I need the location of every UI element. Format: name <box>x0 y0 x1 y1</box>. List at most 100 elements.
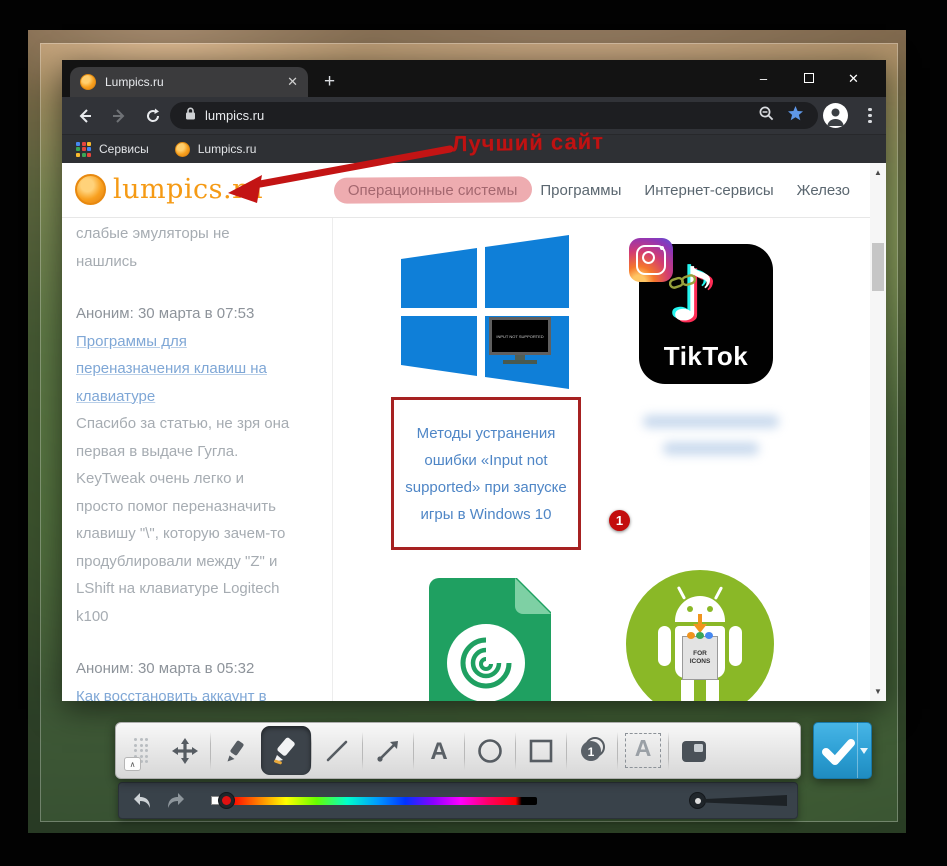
counter-tool[interactable]: 1 <box>567 726 617 775</box>
download-arrow-icon <box>693 614 707 634</box>
site-logo-text: lumpics.ru <box>113 174 264 205</box>
profile-avatar-icon[interactable] <box>823 103 848 128</box>
annotation-number-badge: 1 <box>609 510 630 531</box>
lock-icon[interactable] <box>185 107 196 125</box>
image-tool[interactable] <box>669 726 719 775</box>
android-article-image[interactable]: FOR ICONS <box>626 570 774 701</box>
page-scrollbar[interactable]: ▲ ▼ <box>870 163 886 701</box>
blurred-article-title <box>663 442 759 455</box>
sidebar-line: LShift на клавиатуре Logitech <box>76 580 280 597</box>
close-button[interactable]: ✕ <box>831 71 876 87</box>
color-picker-knob[interactable] <box>218 792 235 809</box>
nav-item[interactable]: Программы <box>540 182 621 199</box>
blurred-article-title <box>643 415 779 428</box>
browser-tab[interactable]: Lumpics.ru ✕ <box>70 67 308 97</box>
address-url[interactable]: lumpics.ru <box>205 108 758 123</box>
tab-title: Lumpics.ru <box>105 75 164 89</box>
sidebar-line: нашлись <box>76 252 138 270</box>
windows10-article-image[interactable]: INPUT NOT SUPPORTED <box>401 235 571 393</box>
bookmark-item-lumpics[interactable]: Lumpics.ru <box>174 141 256 157</box>
sidebar-line[interactable]: Программы для <box>76 328 324 356</box>
address-bar[interactable]: lumpics.ru <box>170 102 818 129</box>
maximize-button[interactable] <box>786 71 831 86</box>
sidebar-line[interactable]: клавиатуре <box>76 383 324 411</box>
back-icon[interactable] <box>74 105 96 127</box>
bookmark-star-icon[interactable] <box>787 105 804 127</box>
thickness-slider[interactable] <box>703 795 787 806</box>
sidebar-line: клавишу "\", которую зачем-то <box>76 525 286 542</box>
snip-options-bar <box>118 782 798 819</box>
line-tool[interactable] <box>312 726 362 775</box>
trash-for-icons: FOR ICONS <box>682 632 718 680</box>
menu-dots-icon[interactable] <box>868 105 872 126</box>
orange-logo-icon <box>75 174 106 205</box>
site-favicon-icon <box>80 74 96 90</box>
forward-icon[interactable] <box>108 105 130 127</box>
sidebar-line: Аноним: 30 марта в 05:32 <box>76 660 255 677</box>
tab-close-icon[interactable]: ✕ <box>287 74 298 90</box>
sidebar-line: Аноним: 30 марта в 07:53 <box>76 305 255 322</box>
sidebar-line: просто помог переназначить <box>76 497 276 515</box>
screenshot-annotator-app: Lumpics.ru ✕ + – ✕ lumpics.ru Сервисы Lu… <box>0 0 947 866</box>
window-controls: – ✕ <box>741 60 876 97</box>
zoom-out-icon[interactable] <box>758 105 775 127</box>
redo-icon[interactable] <box>165 791 187 811</box>
pencil-tool[interactable] <box>211 726 261 775</box>
sidebar-line[interactable]: переназначения клавиш на <box>76 355 324 383</box>
scroll-up-icon[interactable]: ▲ <box>870 165 886 180</box>
link-chain-icon <box>669 274 697 289</box>
nav-item[interactable]: Железо <box>797 182 850 199</box>
error-monitor-icon: INPUT NOT SUPPORTED <box>489 317 551 365</box>
site-favicon-icon <box>174 141 190 157</box>
rectangle-tool[interactable] <box>516 726 566 775</box>
bookmark-item-services[interactable]: Сервисы <box>76 141 149 157</box>
confirm-dropdown-icon[interactable] <box>857 723 869 778</box>
page-content: слабые эмуляторы не нашлись Аноним: 30 мар… <box>62 218 870 701</box>
articles-grid: INPUT NOT SUPPORTED ♪ TikTok Методы устр… <box>333 218 870 701</box>
bittorrent-article-image[interactable]: ++ <box>429 578 551 701</box>
nav-item[interactable]: Операционные системы <box>348 182 518 199</box>
scroll-down-icon[interactable]: ▼ <box>870 684 886 699</box>
sidebar-line: k100 <box>76 607 109 625</box>
snip-toolbar: ∧ A 1 A <box>115 722 801 779</box>
minimize-button[interactable]: – <box>741 71 786 86</box>
svg-text:1: 1 <box>588 745 595 759</box>
undo-icon[interactable] <box>131 791 153 811</box>
page-viewport: lumpics.ru Операционные системы Программы… <box>62 163 886 701</box>
sidebar-line: Спасибо за статью, не зря она <box>76 415 290 432</box>
tiktok-note-icon: ♪ <box>669 252 717 338</box>
tiktok-article-image[interactable]: ♪ TikTok <box>629 238 775 388</box>
reload-icon[interactable] <box>142 105 164 127</box>
color-spectrum-slider[interactable] <box>231 796 537 805</box>
site-logo[interactable]: lumpics.ru <box>75 174 263 205</box>
marker-tool[interactable] <box>261 726 311 775</box>
annotation-rectangle: Методы устранения ошибки «Input not supp… <box>391 397 581 550</box>
bookmarks-bar: Сервисы Lumpics.ru <box>62 134 886 163</box>
sidebar-line[interactable]: Как восстановить аккаунт в <box>76 683 324 702</box>
arrow-tool[interactable] <box>363 726 413 775</box>
text-tool[interactable]: A <box>414 726 464 775</box>
apps-grid-icon <box>76 141 91 157</box>
tiktok-wordmark: TikTok <box>663 341 749 371</box>
browser-toolbar: lumpics.ru <box>62 97 886 134</box>
blur-text-tool[interactable]: A <box>618 726 668 775</box>
site-nav: Операционные системы Программы Интернет-се… <box>348 163 850 218</box>
move-tool[interactable] <box>160 726 210 775</box>
comments-sidebar: слабые эмуляторы не нашлись Аноним: 30 мар… <box>76 220 324 701</box>
new-tab-button[interactable]: + <box>324 69 335 95</box>
site-header: lumpics.ru Операционные системы Программы… <box>62 163 886 218</box>
sidebar-line: первая в выдаче Гугла. <box>76 442 239 460</box>
ellipse-tool[interactable] <box>465 726 515 775</box>
plus-plus-glyph: ++ <box>495 686 548 701</box>
svg-text:A: A <box>635 735 652 761</box>
sidebar-line: продублировали между "Z" и <box>76 552 278 570</box>
sidebar-line: слабые эмуляторы не <box>76 225 230 242</box>
drag-handle[interactable]: ∧ <box>122 726 160 775</box>
nav-item[interactable]: Интернет-сервисы <box>644 182 773 199</box>
confirm-button[interactable] <box>813 722 872 779</box>
scrollbar-thumb[interactable] <box>872 243 884 291</box>
svg-text:A: A <box>430 738 447 765</box>
article-title-link[interactable]: Методы устранения ошибки «Input not supp… <box>400 420 572 528</box>
tab-strip: Lumpics.ru ✕ + – ✕ <box>62 60 886 97</box>
collapse-chevron-icon[interactable]: ∧ <box>124 757 141 771</box>
